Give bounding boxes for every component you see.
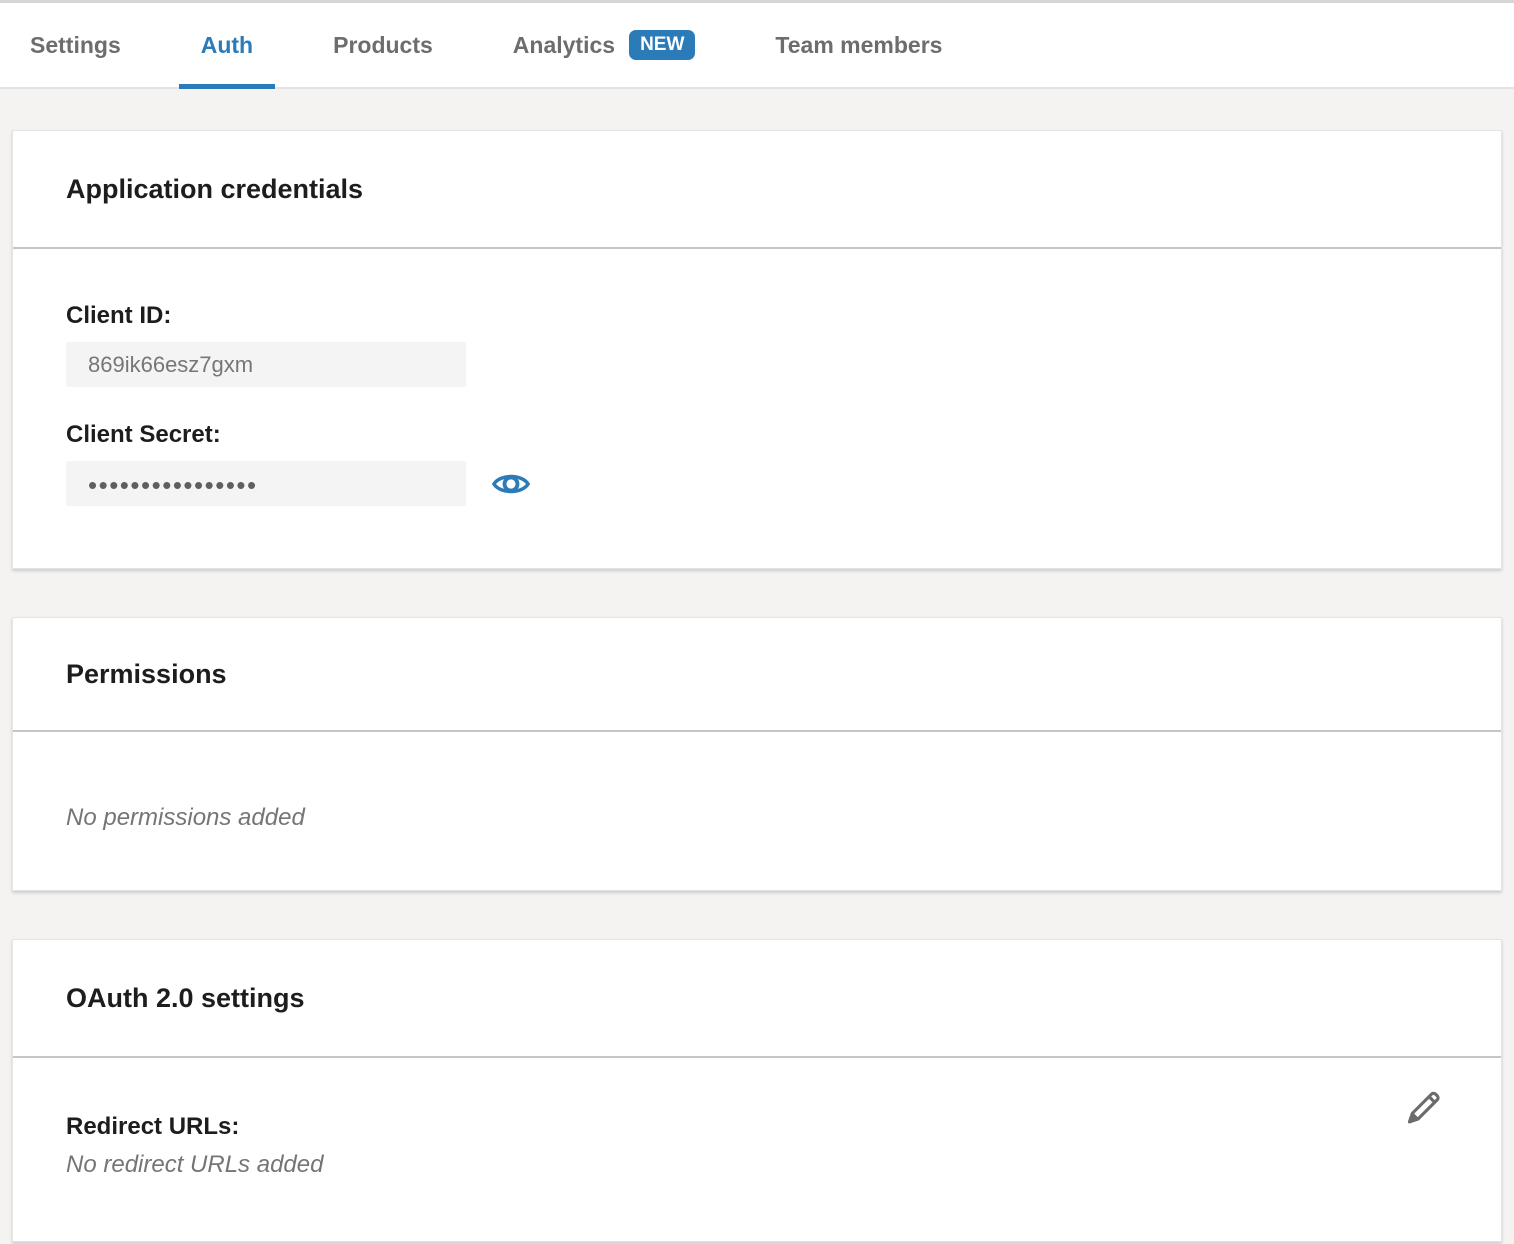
application-credentials-header: Application credentials [13,131,1501,247]
no-redirect-urls-text: No redirect URLs added [66,1151,1448,1179]
oauth-settings-header: OAuth 2.0 settings [13,940,1501,1056]
client-id-label: Client ID: [66,302,1448,330]
new-badge: NEW [629,30,695,60]
edit-redirect-urls-button[interactable] [1401,1086,1445,1130]
application-credentials-body: Client ID: 869ik66esz7gxm Client Secret:… [13,249,1501,568]
eye-icon [492,470,530,498]
oauth-settings-title: OAuth 2.0 settings [66,984,1448,1012]
reveal-secret-button[interactable] [492,470,530,498]
permissions-title: Permissions [66,660,1448,688]
application-credentials-card: Application credentials Client ID: 869ik… [12,130,1502,569]
tab-settings[interactable]: Settings [30,3,121,87]
pencil-icon [1401,1086,1445,1130]
application-credentials-title: Application credentials [66,175,1448,203]
tab-team-members[interactable]: Team members [775,3,942,87]
tab-settings-label: Settings [30,32,121,59]
client-secret-field[interactable]: •••••••••••••••• [66,461,466,506]
tab-analytics-label: Analytics [513,32,615,59]
client-id-field[interactable]: 869ik66esz7gxm [66,342,466,387]
tab-products[interactable]: Products [333,3,433,87]
page-content: Application credentials Client ID: 869ik… [0,89,1514,1242]
permissions-body: No permissions added [13,732,1501,890]
permissions-card: Permissions No permissions added [12,617,1502,891]
tab-auth-label: Auth [201,32,253,59]
tab-bar: Settings Auth Products Analytics NEW Tea… [0,3,1514,89]
client-secret-label: Client Secret: [66,421,1448,449]
tab-analytics[interactable]: Analytics NEW [513,3,696,87]
redirect-urls-label: Redirect URLs: [66,1113,1448,1141]
client-secret-masked-value: •••••••••••••••• [88,461,258,506]
client-secret-row: •••••••••••••••• [66,461,1448,506]
tab-products-label: Products [333,32,433,59]
permissions-header: Permissions [13,618,1501,730]
app-window: Settings Auth Products Analytics NEW Tea… [0,0,1514,1244]
tab-team-members-label: Team members [775,32,942,59]
oauth-settings-card: OAuth 2.0 settings Redirect URLs: No red… [12,939,1502,1242]
oauth-settings-body: Redirect URLs: No redirect URLs added [13,1058,1501,1241]
tab-auth[interactable]: Auth [201,3,253,87]
no-permissions-text: No permissions added [66,804,1448,832]
client-id-value: 869ik66esz7gxm [88,352,253,378]
